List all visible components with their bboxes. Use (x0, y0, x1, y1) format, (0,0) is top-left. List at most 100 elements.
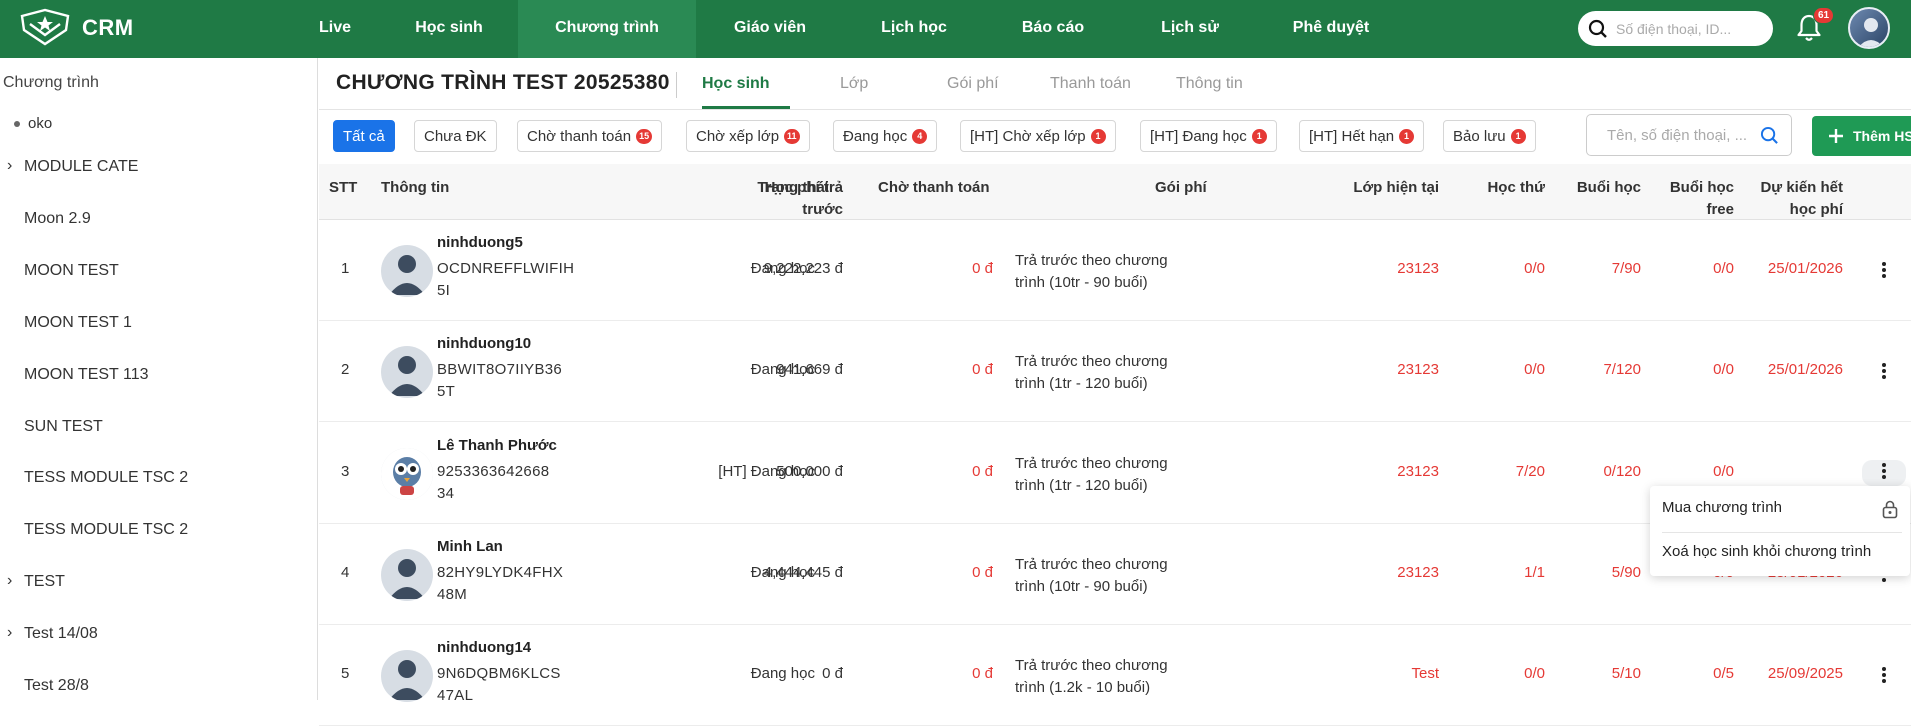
fee-package: Trả trước theo chương trình (1tr - 120 bu… (1015, 353, 1168, 392)
filter-count-badge: 4 (912, 128, 928, 144)
current-class[interactable]: Test (1329, 665, 1439, 682)
col-header-free-sessions: Buổi học free (1669, 179, 1734, 218)
current-class[interactable]: 23123 (1329, 564, 1439, 581)
notifications[interactable]: 61 (1795, 7, 1835, 45)
filter-chip-ht-awaiting-class[interactable]: [HT] Chờ xếp lớp 1 (960, 120, 1116, 152)
filter-chip-awaiting-class[interactable]: Chờ xếp lớp 11 (686, 120, 810, 152)
global-search[interactable] (1578, 11, 1773, 46)
tab-fee-packages[interactable]: Gói phí (947, 75, 999, 93)
current-class[interactable]: 23123 (1329, 361, 1439, 378)
nth-session: 1/1 (1524, 564, 1545, 581)
filter-count-badge: 1 (1399, 128, 1415, 144)
nav-item-reports[interactable]: Báo cáo (984, 0, 1122, 58)
sidebar-item[interactable]: › MODULE CATE (7, 157, 138, 176)
filter-count-badge: 1 (1090, 128, 1106, 144)
row-actions-kebab-icon[interactable] (1876, 260, 1892, 282)
filter-count-badge: 15 (636, 128, 653, 144)
sidebar-item[interactable]: MOON TEST 113 (24, 366, 148, 384)
sidebar-item[interactable]: TESS MODULE TSC 2 (24, 469, 188, 487)
prepaid-fee: 4,444,445 đ (763, 564, 843, 581)
sidebar-item-label: TESS MODULE TSC 2 (24, 521, 189, 538)
nav-item-approval[interactable]: Phê duyệt (1258, 0, 1404, 58)
filter-chip-reserved[interactable]: Bảo lưu 1 (1443, 120, 1536, 152)
filter-label: Chờ thanh toán (527, 127, 632, 145)
sidebar-item[interactable]: MOON TEST (24, 262, 119, 280)
table-row[interactable]: 1 ninhduong5 OCDNREFFLWIFIH 5I Đang học 9,222… (319, 220, 1911, 321)
chevron-right-icon: › (7, 624, 13, 641)
filter-chip-pending-payment[interactable]: Chờ thanh toán 15 (517, 120, 663, 152)
sidebar-title: Chương trình (3, 74, 99, 91)
row-context-menu: Mua chương trình Xoá học sinh khỏi chươn… (1650, 486, 1910, 576)
user-avatar[interactable] (1848, 7, 1890, 49)
fee-package: Trả trước theo chương trình (1tr - 120 bu… (1015, 455, 1168, 494)
student-name[interactable]: ninhduong14 (437, 639, 531, 656)
global-search-input[interactable] (1616, 20, 1766, 37)
sidebar-item[interactable]: Moon 2.9 (24, 210, 91, 228)
plus-icon (1829, 129, 1843, 143)
student-name[interactable]: ninhduong5 (437, 234, 523, 251)
menu-item-buy-program[interactable]: Mua chương trình (1662, 499, 1782, 516)
table-row[interactable]: 5 ninhduong14 9N6DQBM6KLCS 47AL Đang học 0 đ0… (319, 625, 1911, 726)
add-student-button[interactable]: Thêm HS (1812, 116, 1911, 156)
nth-session: 7/20 (1515, 463, 1545, 480)
filter-chip-studying[interactable]: Đang học 4 (833, 120, 938, 152)
sidebar-item[interactable]: Test 28/8 (24, 677, 89, 695)
filter-chip-unregistered[interactable]: Chưa ĐK (414, 120, 497, 152)
row-actions-kebab-icon[interactable] (1876, 361, 1892, 383)
current-class[interactable]: 23123 (1329, 463, 1439, 480)
tab-payments[interactable]: Thanh toán (1050, 75, 1131, 93)
sidebar-item[interactable]: › Test 14/08 (7, 624, 98, 643)
program-sidebar: Chương trình oko › MODULE CATE Moon 2.9 M… (0, 58, 318, 700)
sidebar-item-label: MOON TEST 1 (24, 314, 132, 331)
sidebar-item-label: Moon 2.9 (24, 210, 91, 227)
sidebar-item[interactable]: MOON TEST 1 (24, 314, 132, 332)
sidebar-sub-item[interactable]: oko (13, 115, 52, 132)
sidebar-item-label: MOON TEST 113 (24, 366, 149, 383)
expected-end-date: 25/09/2025 (1767, 665, 1843, 682)
student-search-input[interactable] (1607, 126, 1757, 144)
free-sessions: 0/5 (1713, 665, 1734, 682)
student-name[interactable]: Minh Lan (437, 538, 503, 555)
menu-divider (1662, 532, 1902, 533)
nav-item-history[interactable]: Lịch sử (1122, 0, 1258, 58)
tab-classes[interactable]: Lớp (840, 75, 868, 93)
current-class[interactable]: 23123 (1329, 260, 1439, 277)
pending-payment: 0 đ (972, 260, 993, 277)
nth-session: 0/0 (1524, 260, 1545, 277)
nav-item-students[interactable]: Học sinh (380, 0, 518, 58)
nav-item-live[interactable]: Live (290, 0, 380, 58)
prepaid-fee: 941,669 đ (776, 361, 843, 378)
student-avatar (381, 245, 433, 297)
filter-chip-ht-expired[interactable]: [HT] Hết hạn 1 (1299, 120, 1425, 152)
col-header-stt: STT (329, 179, 358, 196)
search-icon[interactable] (1760, 126, 1779, 145)
row-actions-kebab-icon[interactable] (1876, 665, 1892, 687)
nth-session: 0/0 (1524, 361, 1545, 378)
sidebar-item[interactable]: SUN TEST (24, 418, 103, 436)
table-row[interactable]: 2 ninhduong10 BBWIT8O7IIYB36 5T Đang học 941,… (319, 321, 1911, 422)
student-name[interactable]: Lê Thanh Phước (437, 437, 557, 454)
sessions-count: 0/120 (1603, 463, 1641, 480)
app-logo[interactable]: CRM (16, 8, 134, 48)
nav-item-teachers[interactable]: Giáo viên (696, 0, 844, 58)
nav-item-programs[interactable]: Chương trình (518, 0, 696, 58)
sidebar-item[interactable]: › TEST (7, 572, 65, 591)
row-stt: 3 (341, 463, 350, 480)
menu-item-remove-student[interactable]: Xoá học sinh khỏi chương trình (1662, 543, 1871, 560)
nav-item-schedule[interactable]: Lịch học (844, 0, 984, 58)
fee-package: Trả trước theo chương trình (1.2k - 10 bu… (1015, 657, 1168, 696)
tab-info[interactable]: Thông tin (1176, 75, 1243, 93)
sidebar-item-label: SUN TEST (24, 418, 103, 435)
col-header-fee-package: Gói phí (1155, 179, 1207, 196)
student-name[interactable]: ninhduong10 (437, 335, 531, 352)
row-stt: 4 (341, 564, 350, 581)
prepaid-fee: 0 đ (822, 665, 843, 682)
student-search[interactable] (1586, 114, 1792, 156)
row-actions-kebab-icon[interactable] (1862, 460, 1906, 486)
student-avatar (381, 448, 433, 500)
student-code: 9253363642668 34 (437, 463, 550, 502)
tab-students[interactable]: Học sinh (702, 75, 770, 93)
sidebar-item[interactable]: TESS MODULE TSC 2 (24, 521, 188, 539)
filter-chip-all[interactable]: Tất cả (333, 120, 395, 152)
filter-chip-ht-studying[interactable]: [HT] Đang học 1 (1140, 120, 1277, 152)
